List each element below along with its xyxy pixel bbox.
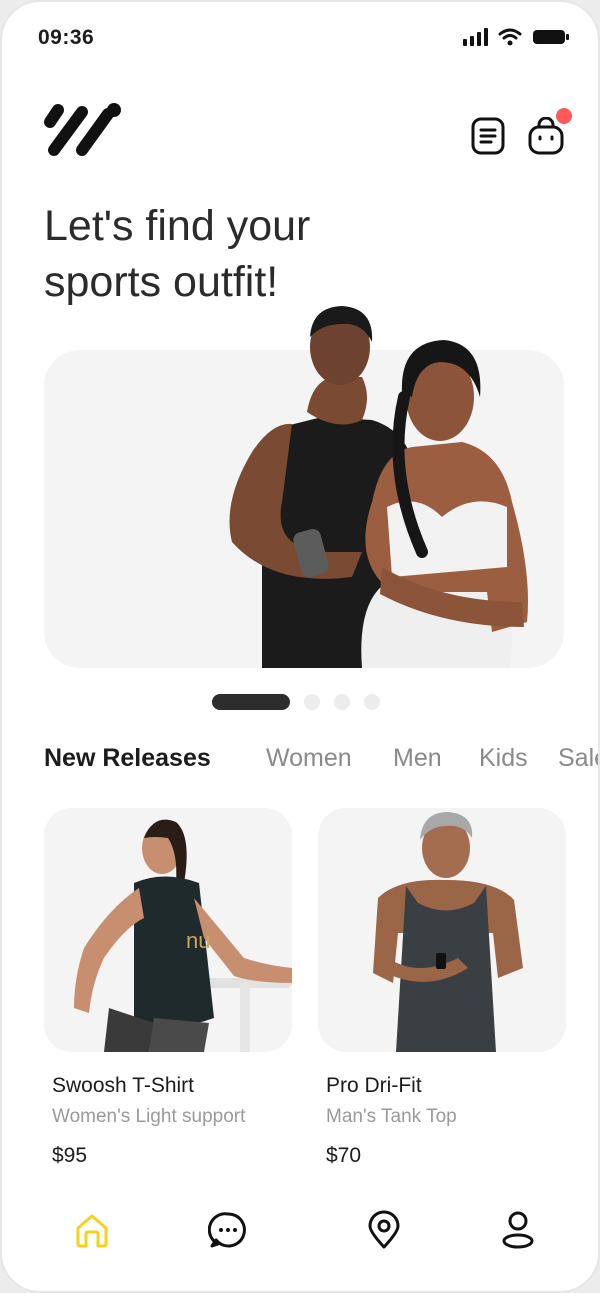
carousel-dot-3[interactable] bbox=[334, 694, 350, 710]
carousel-dot-2[interactable] bbox=[304, 694, 320, 710]
product-price: $95 bbox=[52, 1144, 88, 1167]
battery-icon bbox=[533, 30, 569, 44]
cart-button[interactable] bbox=[526, 108, 572, 158]
hero-athletes-image bbox=[229, 306, 528, 668]
product-price: $70 bbox=[326, 1144, 362, 1167]
product-subtitle: Women's Light support bbox=[52, 1106, 246, 1127]
brand-logo bbox=[44, 103, 121, 156]
wifi-icon bbox=[498, 28, 522, 46]
bottom-navigation bbox=[2, 1202, 598, 1262]
nav-home[interactable] bbox=[68, 1206, 116, 1254]
page-headline: Let's find your sports outfit! bbox=[44, 198, 464, 310]
status-time: 09:36 bbox=[38, 26, 95, 49]
status-bar: 09:36 bbox=[2, 2, 598, 74]
carousel-dot-1[interactable] bbox=[212, 694, 290, 710]
svg-text:nu: nu bbox=[186, 928, 210, 953]
phone-screen: 09:36 Let's find your sports outfit! New… bbox=[0, 0, 600, 1293]
product-name: Pro Dri-Fit bbox=[326, 1074, 422, 1097]
product-card[interactable]: nu Swoosh T-Shirt Women's Light support … bbox=[44, 808, 292, 1168]
product-card[interactable]: Pro Dri-Fit Man's Tank Top $70 bbox=[318, 808, 566, 1168]
carousel-dot-4[interactable] bbox=[364, 694, 380, 710]
carousel-indicator bbox=[212, 694, 380, 710]
category-tabs: New Releases Women Men Kids Sale bbox=[44, 744, 598, 784]
tab-sale[interactable]: Sale bbox=[558, 744, 598, 773]
product-photo-man bbox=[373, 812, 523, 1052]
list-icon bbox=[471, 117, 505, 155]
product-name: Swoosh T-Shirt bbox=[52, 1074, 195, 1097]
chat-icon bbox=[208, 1212, 246, 1248]
location-icon bbox=[368, 1210, 400, 1249]
product-photo-woman: nu bbox=[74, 819, 292, 1052]
headline-line-1: Let's find your bbox=[44, 202, 311, 250]
nav-profile[interactable] bbox=[494, 1206, 542, 1254]
cart-notification-badge bbox=[556, 108, 572, 124]
nav-location[interactable] bbox=[360, 1206, 408, 1254]
menu-button[interactable] bbox=[468, 114, 508, 158]
tab-women[interactable]: Women bbox=[266, 744, 352, 773]
tab-new-releases[interactable]: New Releases bbox=[44, 744, 211, 773]
shopping-bag-icon bbox=[528, 117, 564, 155]
status-icons bbox=[463, 28, 570, 46]
home-icon bbox=[76, 1214, 108, 1248]
product-subtitle: Man's Tank Top bbox=[326, 1106, 457, 1127]
profile-icon bbox=[502, 1211, 534, 1249]
product-image[interactable]: nu bbox=[44, 808, 292, 1052]
tab-kids[interactable]: Kids bbox=[479, 744, 528, 773]
headline-line-2: sports outfit! bbox=[44, 258, 279, 306]
product-image[interactable] bbox=[318, 808, 566, 1052]
nav-chat[interactable] bbox=[204, 1206, 252, 1254]
cellular-signal-icon bbox=[463, 28, 488, 46]
tab-men[interactable]: Men bbox=[393, 744, 442, 773]
